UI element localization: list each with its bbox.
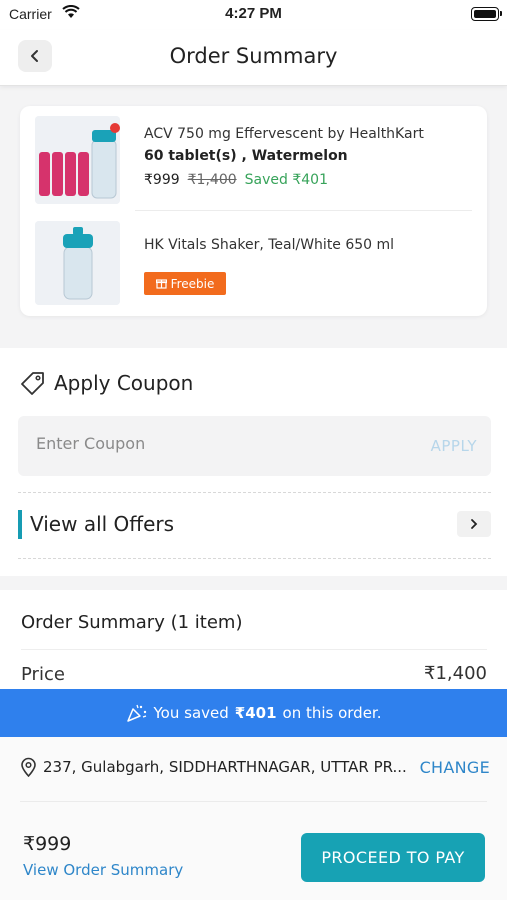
- proceed-to-pay-button[interactable]: PROCEED TO PAY: [301, 833, 485, 882]
- coupon-header: Apply Coupon: [20, 370, 193, 396]
- dashed-divider: [18, 492, 491, 493]
- savings-amount: ₹401: [234, 704, 277, 722]
- savings-prefix: You saved: [153, 704, 229, 722]
- coupon-field: APPLY: [18, 416, 491, 476]
- product-mrp: ₹1,400: [187, 172, 237, 188]
- coupon-section: Apply Coupon APPLY View all Offers: [0, 348, 507, 576]
- product-card: ACV 750 mg Effervescent by HealthKart 60…: [20, 106, 487, 316]
- battery-icon: [471, 7, 502, 21]
- savings-banner: You saved ₹401 on this order.: [0, 689, 507, 737]
- coupon-input[interactable]: [36, 434, 396, 453]
- change-address-button[interactable]: CHANGE: [420, 758, 490, 777]
- tag-icon: [21, 372, 44, 395]
- gift-icon: [155, 279, 167, 289]
- status-bar: Carrier 4:27 PM: [0, 0, 507, 30]
- header: Order Summary: [0, 30, 507, 86]
- price-value: ₹1,400: [424, 663, 487, 684]
- product-saved: Saved ₹401: [244, 172, 328, 188]
- divider: [21, 649, 487, 650]
- product-price: ₹999: [144, 172, 180, 188]
- accent-bar: [18, 510, 22, 539]
- freebie-badge: Freebie: [144, 272, 226, 295]
- total-amount: ₹999: [23, 833, 72, 855]
- product-name[interactable]: ACV 750 mg Effervescent by HealthKart: [144, 126, 424, 142]
- apply-coupon-button[interactable]: APPLY: [431, 437, 477, 455]
- product-name[interactable]: HK Vitals Shaker, Teal/White 650 ml: [144, 237, 394, 253]
- clock: 4:27 PM: [225, 5, 282, 22]
- coupon-title: Apply Coupon: [54, 371, 194, 395]
- view-offers-row[interactable]: View all Offers: [18, 506, 491, 542]
- party-popper-icon: [126, 704, 146, 722]
- order-summary: Order Summary (1 item) Price ₹1,400: [0, 590, 507, 690]
- view-offers-label: View all Offers: [30, 512, 175, 536]
- location-pin-icon: [21, 757, 36, 777]
- product-variant: 60 tablet(s) , Watermelon: [144, 148, 348, 164]
- view-offers-button[interactable]: [457, 511, 491, 537]
- product-price-row: ₹999 ₹1,400 Saved ₹401: [144, 172, 328, 188]
- checkout-footer: 237, Gulabgarh, SIDDHARTHNAGAR, UTTAR PR…: [0, 737, 507, 900]
- product-image-shaker[interactable]: [35, 221, 120, 305]
- delivery-address: 237, Gulabgarh, SIDDHARTHNAGAR, UTTAR PR…: [20, 755, 490, 779]
- product-image-acv[interactable]: [35, 116, 120, 204]
- chevron-right-icon: [471, 519, 478, 529]
- address-text: 237, Gulabgarh, SIDDHARTHNAGAR, UTTAR PR…: [43, 758, 407, 776]
- order-summary-heading: Order Summary (1 item): [21, 612, 243, 633]
- dashed-divider: [18, 558, 491, 559]
- price-label: Price: [21, 664, 65, 685]
- divider: [135, 210, 472, 211]
- freebie-label: Freebie: [170, 276, 215, 291]
- view-order-summary-link[interactable]: View Order Summary: [23, 861, 183, 879]
- page-title: Order Summary: [169, 44, 338, 68]
- savings-suffix: on this order.: [282, 704, 382, 722]
- divider: [20, 801, 487, 802]
